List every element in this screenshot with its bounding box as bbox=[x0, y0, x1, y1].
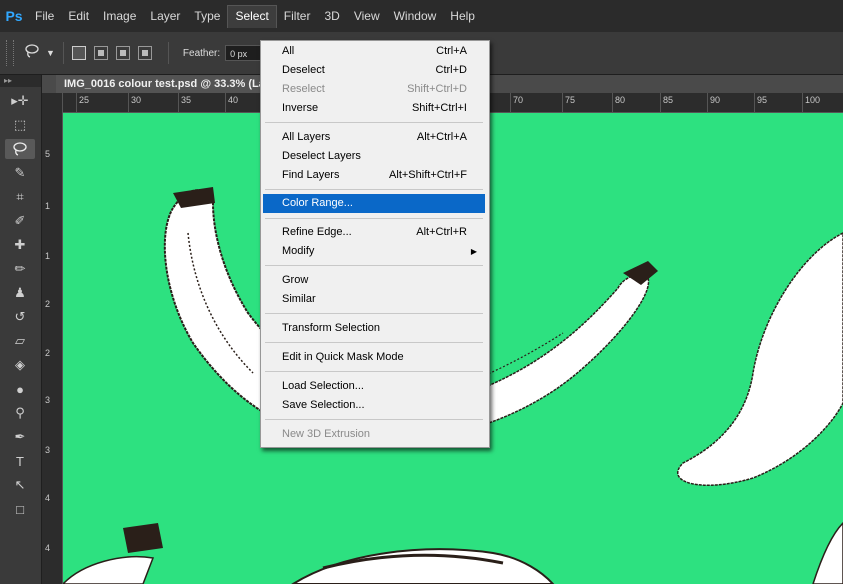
ruler-label: 85 bbox=[663, 95, 674, 105]
menu-item-find-layers[interactable]: Find Layers Alt+Shift+Ctrl+F bbox=[263, 166, 485, 185]
menu-window[interactable]: Window bbox=[387, 5, 444, 27]
blur-tool-icon[interactable]: ● bbox=[5, 379, 35, 399]
menu-item-quick-mask[interactable]: Edit in Quick Mask Mode bbox=[263, 348, 485, 367]
select-dropdown-menu: All Ctrl+A Deselect Ctrl+D Reselect Shift+C… bbox=[260, 40, 490, 448]
marquee-tool-icon[interactable]: ⬚ bbox=[5, 115, 35, 135]
menu-separator bbox=[265, 313, 483, 314]
vertical-ruler[interactable]: 5 1 1 2 2 3 3 4 4 bbox=[42, 93, 63, 584]
menu-item-color-range[interactable]: Color Range... bbox=[263, 194, 485, 213]
menu-separator bbox=[265, 342, 483, 343]
ruler-label: 70 bbox=[513, 95, 524, 105]
divider bbox=[62, 42, 64, 64]
crop-tool-icon[interactable]: ⌗ bbox=[5, 187, 35, 207]
submenu-arrow-icon: ▶ bbox=[470, 247, 477, 256]
menu-file[interactable]: File bbox=[28, 5, 61, 27]
menu-item-reselect[interactable]: Reselect Shift+Ctrl+D bbox=[263, 80, 485, 99]
ruler-label: 100 bbox=[805, 95, 821, 105]
eraser-tool-icon[interactable]: ▱ bbox=[5, 331, 35, 351]
ruler-label: 2 bbox=[45, 348, 51, 358]
feather-label: Feather: bbox=[182, 47, 221, 59]
options-grip[interactable] bbox=[6, 40, 14, 66]
menu-item-all[interactable]: All Ctrl+A bbox=[263, 42, 485, 61]
menu-edit[interactable]: Edit bbox=[61, 5, 96, 27]
photoshop-logo: Ps bbox=[5, 8, 23, 24]
rectangle-tool-icon[interactable]: □ bbox=[5, 499, 35, 519]
menu-separator bbox=[265, 218, 483, 219]
ruler-label: 25 bbox=[79, 95, 90, 105]
menu-item-new-3d-extrusion[interactable]: New 3D Extrusion bbox=[263, 425, 485, 444]
path-selection-tool-icon[interactable]: ↖ bbox=[5, 475, 35, 495]
lasso-tool-icon[interactable] bbox=[5, 139, 35, 159]
menu-image[interactable]: Image bbox=[96, 5, 143, 27]
ruler-label: 5 bbox=[45, 149, 51, 159]
menu-item-grow[interactable]: Grow bbox=[263, 271, 485, 290]
paint-bucket-tool-icon[interactable]: ◈ bbox=[5, 355, 35, 375]
menu-type[interactable]: Type bbox=[187, 5, 227, 27]
menu-separator bbox=[265, 265, 483, 266]
ruler-label: 3 bbox=[45, 445, 51, 455]
menu-separator bbox=[265, 419, 483, 420]
ruler-label: 1 bbox=[45, 251, 51, 261]
divider bbox=[167, 42, 169, 64]
menu-bar: Ps File Edit Image Layer Type Select Fil… bbox=[0, 0, 843, 32]
ruler-label: 30 bbox=[131, 95, 142, 105]
menu-select[interactable]: Select bbox=[227, 4, 277, 28]
ruler-label: 4 bbox=[45, 493, 51, 503]
ruler-label: 1 bbox=[45, 201, 51, 211]
tools-panel: ▸▸ ▸✛ ⬚ ✎ ⌗ ✐ ✚ ✏ ♟ ↺ ▱ ◈ ● ⚲ ✒ T ↖ □ bbox=[0, 75, 42, 584]
menu-separator bbox=[265, 189, 483, 190]
ruler-label: 95 bbox=[757, 95, 768, 105]
menu-item-refine-edge[interactable]: Refine Edge... Alt+Ctrl+R bbox=[263, 223, 485, 242]
quick-selection-tool-icon[interactable]: ✎ bbox=[5, 163, 35, 183]
ruler-label: 75 bbox=[565, 95, 576, 105]
ruler-label: 35 bbox=[181, 95, 192, 105]
menu-item-deselect[interactable]: Deselect Ctrl+D bbox=[263, 61, 485, 80]
ruler-label: 3 bbox=[45, 395, 51, 405]
menu-3d[interactable]: 3D bbox=[317, 5, 346, 27]
ruler-label: 2 bbox=[45, 299, 51, 309]
lasso-icon[interactable] bbox=[24, 43, 40, 64]
menu-item-similar[interactable]: Similar bbox=[263, 290, 485, 309]
type-tool-icon[interactable]: T bbox=[5, 451, 35, 471]
tool-preset-dropdown-icon[interactable]: ▼ bbox=[46, 48, 55, 58]
menu-separator bbox=[265, 371, 483, 372]
new-selection-icon[interactable] bbox=[71, 46, 86, 60]
menu-item-all-layers[interactable]: All Layers Alt+Ctrl+A bbox=[263, 128, 485, 147]
menu-item-save-selection[interactable]: Save Selection... bbox=[263, 396, 485, 415]
menu-item-load-selection[interactable]: Load Selection... bbox=[263, 377, 485, 396]
dodge-tool-icon[interactable]: ⚲ bbox=[5, 403, 35, 423]
menu-view[interactable]: View bbox=[347, 5, 387, 27]
menu-item-modify[interactable]: Modify ▶ bbox=[263, 242, 485, 261]
healing-brush-tool-icon[interactable]: ✚ bbox=[5, 235, 35, 255]
toolbar-collapse-icon[interactable]: ▸▸ bbox=[0, 75, 41, 87]
clone-stamp-tool-icon[interactable]: ♟ bbox=[5, 283, 35, 303]
move-tool-icon[interactable]: ▸✛ bbox=[5, 91, 35, 111]
menu-filter[interactable]: Filter bbox=[277, 5, 318, 27]
ruler-label: 90 bbox=[710, 95, 721, 105]
add-to-selection-icon[interactable] bbox=[93, 46, 108, 60]
menu-separator bbox=[265, 122, 483, 123]
pen-tool-icon[interactable]: ✒ bbox=[5, 427, 35, 447]
brush-tool-icon[interactable]: ✏ bbox=[5, 259, 35, 279]
subtract-from-selection-icon[interactable] bbox=[115, 46, 130, 60]
history-brush-tool-icon[interactable]: ↺ bbox=[5, 307, 35, 327]
ruler-label: 80 bbox=[615, 95, 626, 105]
ruler-label: 40 bbox=[228, 95, 239, 105]
menu-item-inverse[interactable]: Inverse Shift+Ctrl+I bbox=[263, 99, 485, 118]
menu-layer[interactable]: Layer bbox=[143, 5, 187, 27]
menu-help[interactable]: Help bbox=[443, 5, 482, 27]
eyedropper-tool-icon[interactable]: ✐ bbox=[5, 211, 35, 231]
intersect-selection-icon[interactable] bbox=[137, 46, 152, 60]
menu-item-deselect-layers[interactable]: Deselect Layers bbox=[263, 147, 485, 166]
document-tab[interactable]: IMG_0016 colour test.psd @ 33.3% (La bbox=[56, 75, 273, 93]
menu-item-transform-selection[interactable]: Transform Selection bbox=[263, 319, 485, 338]
ruler-label: 4 bbox=[45, 543, 51, 553]
